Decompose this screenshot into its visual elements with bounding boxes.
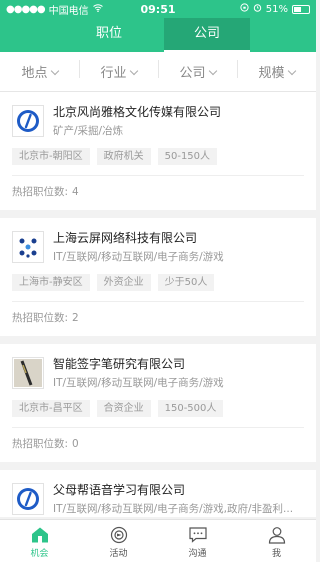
tabbar-item-opportunities[interactable]: 机会 [0,520,79,562]
filter-company[interactable]: 公司 [158,60,237,81]
tabbar-item-messages[interactable]: 沟通 [158,520,237,562]
tabbar-label: 沟通 [188,549,207,559]
company-size-tag: 50-150人 [157,148,218,165]
tabbar-label: 机会 [30,549,49,559]
chevron-down-icon [208,66,217,76]
hot-jobs-value: 0 [72,438,79,450]
filter-bar: 地点 行业 公司 规模 [0,52,316,92]
tab-companies[interactable]: 公司 [164,18,250,52]
bottom-tab-bar: 机会 活动 沟通 我 [0,519,316,562]
chevron-down-icon [129,66,138,76]
tabbar-item-activities[interactable]: 活动 [79,520,158,562]
hot-jobs-count: 热招职位数: 0 [12,428,304,462]
battery-icon [292,4,310,14]
company-logo [12,105,44,137]
location-tag: 北京市-朝阳区 [12,148,90,165]
filter-company-label: 公司 [179,66,206,81]
company-name: 上海云屏网络科技有限公司 [53,231,198,245]
location-tag: 北京市-昌平区 [12,400,90,417]
hot-jobs-value: 2 [72,312,79,324]
alarm-icon [253,3,262,15]
status-bar: ●●●●● 中国电信 09:51 51% [0,0,316,18]
company-size-tag: 少于50人 [157,274,215,291]
filter-industry-label: 行业 [100,66,127,81]
carrier-label: 中国电信 [48,5,89,17]
location-tag: 上海市-静安区 [12,274,90,291]
hot-jobs-count: 热招职位数: 2 [12,302,304,336]
filter-location-label: 地点 [21,66,48,81]
signal-icon: ●●●●● [6,3,46,15]
company-name: 智能签字笔研究有限公司 [53,357,186,371]
company-card[interactable]: 智能签字笔研究有限公司 IT/互联网/移动互联网/电子商务/游戏 北京市-昌平区… [0,344,316,462]
hot-jobs-label: 热招职位数: [12,186,69,198]
company-type-tag: 合资企业 [96,400,151,417]
filter-location[interactable]: 地点 [0,62,79,81]
company-industry: IT/互联网/移动互联网/电子商务/游戏 [53,251,224,263]
company-card[interactable]: 父母帮语音学习有限公司 IT/互联网/移动互联网/电子商务/游戏,政府/非盈利.… [0,470,316,517]
company-industry: IT/互联网/移动互联网/电子商务/游戏,政府/非盈利... [53,503,294,515]
chevron-down-icon [287,66,296,76]
tabbar-label: 活动 [109,549,128,559]
company-industry: IT/互联网/移动互联网/电子商务/游戏 [53,377,224,389]
company-type-tag: 外资企业 [96,274,151,291]
rotation-lock-icon [240,3,249,15]
activity-icon [110,526,127,544]
tab-jobs[interactable]: 职位 [66,18,152,52]
chevron-down-icon [50,66,59,76]
chat-icon [188,527,207,543]
app-header: ●●●●● 中国电信 09:51 51% 职位 公司 [0,0,316,52]
company-name: 父母帮语音学习有限公司 [53,483,186,497]
hot-jobs-label: 热招职位数: [12,438,69,450]
filter-industry[interactable]: 行业 [79,60,158,81]
hot-jobs-count: 热招职位数: 4 [12,176,304,210]
company-logo [12,231,44,263]
profile-icon [268,527,285,544]
wifi-icon [92,3,103,15]
company-size-tag: 150-500人 [157,400,224,417]
tabbar-item-me[interactable]: 我 [237,520,316,562]
company-industry: 矿产/采掘/冶炼 [53,125,124,137]
company-logo [12,483,44,515]
company-name: 北京风尚雅格文化传媒有限公司 [53,105,222,119]
tabbar-label: 我 [271,549,281,559]
hot-jobs-label: 热招职位数: [12,312,69,324]
filter-scale-label: 规模 [258,66,285,81]
filter-scale[interactable]: 规模 [237,60,316,81]
company-type-tag: 政府机关 [96,148,151,165]
home-icon [31,527,48,543]
hot-jobs-value: 4 [72,186,79,198]
top-tabs: 职位 公司 [0,18,316,52]
company-card[interactable]: 上海云屏网络科技有限公司 IT/互联网/移动互联网/电子商务/游戏 上海市-静安… [0,218,316,336]
battery-percent: 51% [265,3,288,15]
company-card[interactable]: 北京风尚雅格文化传媒有限公司 矿产/采掘/冶炼 北京市-朝阳区 政府机关 50-… [0,92,316,210]
company-list: 北京风尚雅格文化传媒有限公司 矿产/采掘/冶炼 北京市-朝阳区 政府机关 50-… [0,92,316,525]
company-logo [12,357,44,389]
